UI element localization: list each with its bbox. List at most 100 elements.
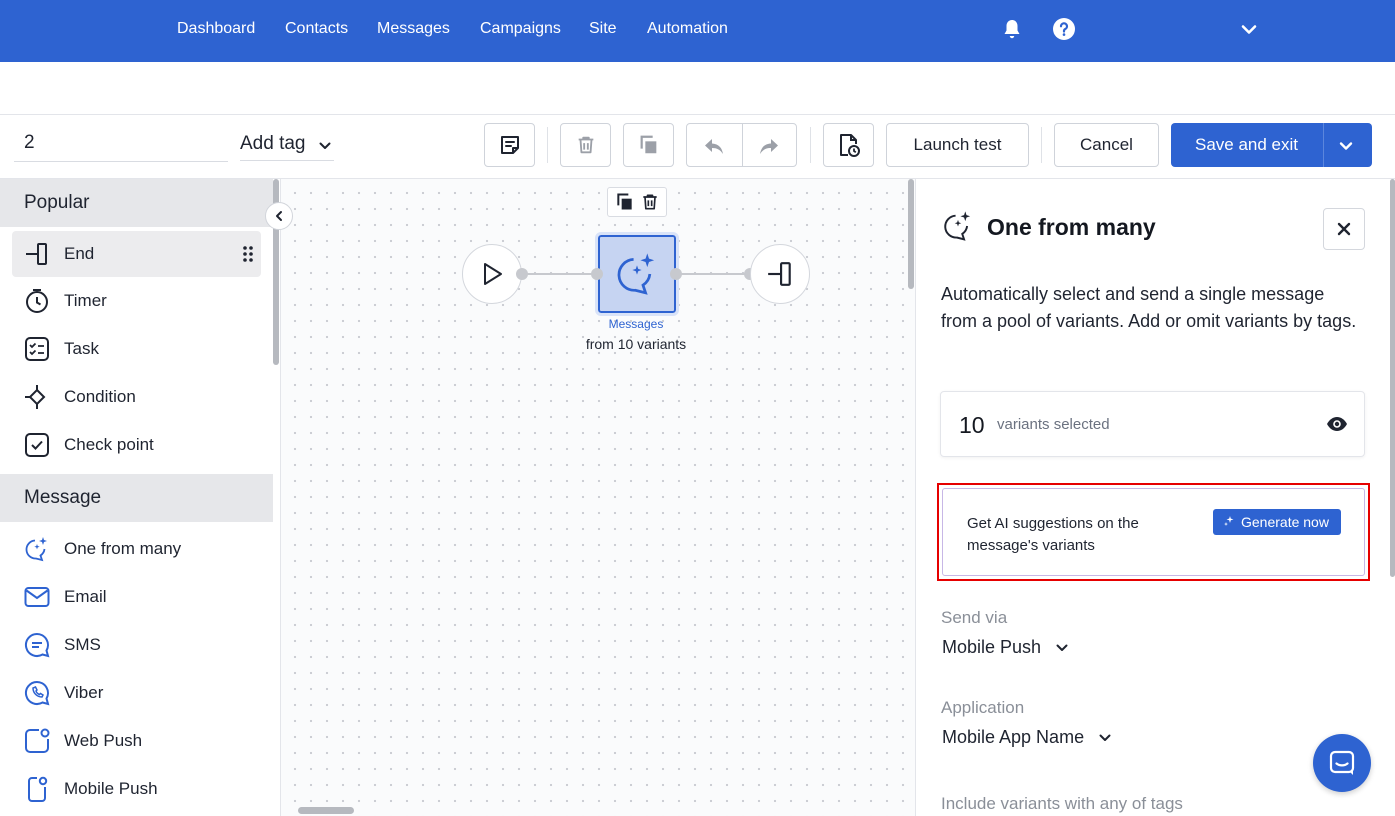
- send-via-select[interactable]: Mobile Push: [942, 637, 1069, 658]
- copy-button[interactable]: [623, 123, 674, 167]
- tool-task[interactable]: Task: [12, 326, 261, 372]
- chevron-down-icon: [319, 142, 331, 149]
- check-point-icon: [22, 430, 52, 460]
- tool-label: Viber: [64, 683, 104, 702]
- tool-one-from-many[interactable]: One from many: [12, 526, 261, 572]
- ai-chat-icon: [22, 534, 52, 564]
- generate-now-button[interactable]: Generate now: [1213, 509, 1341, 535]
- editor-toolbar: Add tag Launch test Cancel Save and exit: [0, 115, 1395, 179]
- end-icon: [768, 262, 791, 286]
- send-via-value: Mobile Push: [942, 637, 1042, 657]
- tool-web-push[interactable]: Web Push: [12, 718, 261, 764]
- trash-icon[interactable]: [640, 192, 660, 212]
- application-label: Application: [941, 698, 1025, 717]
- sub-header: [0, 62, 1395, 115]
- tool-label: SMS: [64, 635, 101, 654]
- launch-test-button[interactable]: Launch test: [886, 123, 1029, 167]
- copy-icon[interactable]: [615, 192, 635, 212]
- category-message: Message: [0, 474, 273, 522]
- close-icon: [1337, 222, 1351, 236]
- save-and-exit-button[interactable]: Save and exit: [1171, 123, 1372, 167]
- bell-icon[interactable]: [1000, 17, 1024, 41]
- collapse-panel-button[interactable]: [265, 202, 293, 230]
- one-from-many-node[interactable]: [595, 232, 679, 316]
- nav-messages[interactable]: Messages: [377, 20, 450, 38]
- undo-icon[interactable]: [702, 135, 726, 157]
- history-button[interactable]: [823, 123, 874, 167]
- tool-mobile-push[interactable]: Mobile Push: [12, 766, 261, 812]
- sparkle-icon: [1224, 516, 1234, 526]
- connector-port[interactable]: [591, 268, 603, 280]
- chevron-left-icon: [276, 211, 282, 221]
- start-node[interactable]: [462, 244, 522, 304]
- chevron-down-icon: [1056, 644, 1068, 651]
- copy-icon: [640, 135, 656, 154]
- tool-viber[interactable]: Viber: [12, 670, 261, 716]
- panel-title: One from many: [987, 214, 1156, 240]
- eye-icon[interactable]: [1326, 416, 1348, 432]
- toolbar-divider: [547, 127, 548, 163]
- connector-port[interactable]: [516, 268, 528, 280]
- drag-handle-icon[interactable]: [243, 246, 253, 262]
- task-icon: [22, 334, 52, 364]
- flow-canvas[interactable]: Messages from 10 variants: [281, 179, 915, 816]
- chat-icon: [1329, 750, 1355, 775]
- add-tag-select[interactable]: Add tag: [240, 129, 334, 161]
- chevron-down-icon[interactable]: [1237, 17, 1261, 41]
- connector-port[interactable]: [670, 268, 682, 280]
- ai-chat-icon: [941, 209, 975, 243]
- canvas-vertical-scrollbar[interactable]: [908, 179, 914, 289]
- condition-icon: [22, 382, 52, 412]
- chevron-down-icon: [1099, 734, 1111, 741]
- delete-button[interactable]: [560, 123, 611, 167]
- variants-label: variants selected: [997, 416, 1110, 433]
- tool-check-point[interactable]: Check point: [12, 422, 261, 468]
- nav-campaigns[interactable]: Campaigns: [480, 20, 561, 38]
- elements-panel: Popular End Timer Task Condition Check p…: [0, 179, 281, 816]
- help-icon[interactable]: [1052, 17, 1076, 41]
- toolbar-divider: [810, 127, 811, 163]
- nav-automation[interactable]: Automation: [647, 20, 728, 38]
- play-icon: [484, 263, 502, 285]
- application-select[interactable]: Mobile App Name: [942, 727, 1112, 748]
- tool-email[interactable]: Email: [12, 574, 261, 620]
- undo-redo-group: [686, 123, 797, 167]
- tool-label: Email: [64, 587, 107, 606]
- close-button[interactable]: [1323, 208, 1365, 250]
- web-push-icon: [22, 726, 52, 756]
- include-tags-label: Include variants with any of tags: [941, 794, 1183, 813]
- panel-description: Automatically select and send a single m…: [941, 284, 1357, 331]
- send-via-label: Send via: [941, 608, 1008, 627]
- tool-sms[interactable]: SMS: [12, 622, 261, 668]
- end-node[interactable]: [750, 244, 810, 304]
- nav-site[interactable]: Site: [589, 20, 617, 38]
- tool-condition[interactable]: Condition: [12, 374, 261, 420]
- generate-now-label: Generate now: [1241, 514, 1329, 530]
- mobile-push-icon: [22, 774, 52, 804]
- tool-label: Condition: [64, 387, 136, 406]
- panel-scrollbar[interactable]: [1390, 179, 1395, 577]
- email-icon: [22, 582, 52, 612]
- redo-icon[interactable]: [757, 135, 781, 157]
- save-options-chevron-icon[interactable]: [1338, 139, 1354, 153]
- notes-button[interactable]: [484, 123, 535, 167]
- nav-contacts[interactable]: Contacts: [285, 20, 348, 38]
- variants-card[interactable]: 10 variants selected: [940, 391, 1365, 457]
- end-icon: [22, 239, 52, 269]
- support-chat-button[interactable]: [1313, 734, 1371, 792]
- connector-line: [522, 273, 598, 275]
- canvas-horizontal-scrollbar[interactable]: [298, 807, 354, 814]
- tool-timer[interactable]: Timer: [12, 278, 261, 324]
- tool-label: Web Push: [64, 731, 143, 750]
- tool-end[interactable]: End: [12, 231, 261, 277]
- node-caption: Messages: [608, 317, 664, 331]
- save-and-exit-label: Save and exit: [1195, 135, 1299, 154]
- undo-redo-divider: [742, 124, 743, 166]
- properties-panel: One from many Automatically select and s…: [915, 179, 1395, 816]
- automation-name-input[interactable]: [14, 125, 228, 162]
- ai-suggestions-text: Get AI suggestions on the message's vari…: [967, 515, 1139, 554]
- connector-line: [676, 273, 750, 275]
- tool-label: Task: [64, 339, 99, 358]
- nav-dashboard[interactable]: Dashboard: [177, 20, 255, 38]
- cancel-button[interactable]: Cancel: [1054, 123, 1159, 167]
